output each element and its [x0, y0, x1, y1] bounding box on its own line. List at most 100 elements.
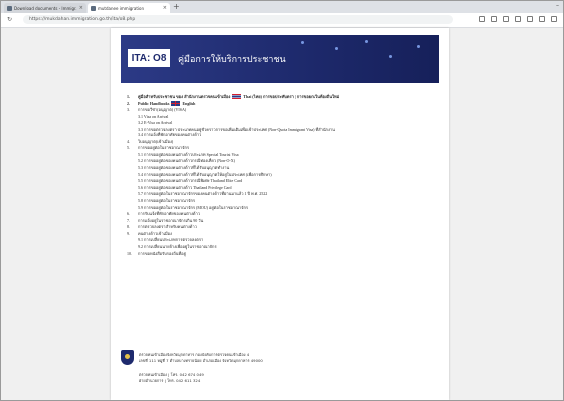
- browser-tab-2[interactable]: mutdanee immigration ×: [88, 3, 170, 13]
- translate-icon[interactable]: [479, 16, 485, 22]
- toc-item[interactable]: 5.1 การขออยู่ต่อของคนต่างด้าวประเภท Spec…: [127, 152, 445, 159]
- toc-item[interactable]: 9. คนต่างด้าวเข้าเมือง: [127, 231, 445, 238]
- tab-title: mutdanee immigration: [98, 5, 145, 11]
- toc-link[interactable]: 5.7 การขออยู่ต่อในราชอาณาจักรของคนต่างด้…: [138, 191, 267, 198]
- toc-link[interactable]: 5.9 การขออยู่ต่อในราชอาณาจักร (MOU) อยู่…: [138, 205, 248, 212]
- toc-item[interactable]: 1. คู่มือสำหรับประชาชน ของ สำนักงานตรวจคน…: [127, 94, 445, 101]
- toc-item[interactable]: 4. ใบอนุญาต(เข้าเมือง): [127, 139, 445, 146]
- ita-code-badge: ITA: O8: [128, 49, 170, 67]
- office-name: ตรวจคนเข้าเมืองจังหวัดมุกดาหาร กองบังคับ…: [139, 352, 250, 357]
- toc-link[interactable]: การแจ้งอยู่ในราชอาณาจักรเกิน 90 วัน: [138, 218, 203, 225]
- decorative-dot: [389, 55, 392, 58]
- uk-flag-icon: [171, 100, 181, 106]
- close-tab-icon[interactable]: ×: [163, 5, 167, 11]
- banner-title: คู่มือการให้บริการประชาชน: [178, 55, 286, 65]
- toc-item[interactable]: 5.7 การขออยู่ต่อในราชอาณาจักรของคนต่างด้…: [127, 191, 445, 198]
- browser-toolbar: ↻ https://mukdahan.immigration.go.th/ita…: [1, 13, 563, 28]
- toc-link[interactable]: 9.1 การเปลี่ยนประเภทการตรวจลงตรา: [138, 237, 203, 244]
- reload-icon[interactable]: ↻: [7, 16, 12, 23]
- bookmark-star-icon[interactable]: [503, 16, 509, 22]
- close-tab-icon[interactable]: ×: [79, 5, 83, 11]
- zoom-icon[interactable]: [491, 16, 497, 22]
- toc-link[interactable]: การรับแจ้งที่พักอาศัยของคนต่างด้าว: [138, 211, 200, 218]
- tab-strip: Download documents - Immigr... × mutdane…: [1, 1, 563, 13]
- toc-item[interactable]: 3.1 Visa on Arrival: [127, 114, 445, 121]
- toolbar-icons: [479, 16, 557, 22]
- footer-contact: ตรวจคนเข้าเมือง | โทร. 042 674 049 ฝ่ายอ…: [139, 372, 204, 383]
- toc-item[interactable]: 9.2 การเปลี่ยนนายจ้างเพื่ออยู่ในราชอาณาจ…: [127, 244, 445, 251]
- toc-link[interactable]: 5.8 การขออยู่ต่อในราชอาณาจักร: [138, 198, 195, 205]
- toc-link[interactable]: Public Handbooks: [138, 101, 169, 108]
- decorative-dot: [301, 41, 304, 44]
- toc-link[interactable]: คู่มือสำหรับประชาชน ของ สำนักงานตรวจคนเข…: [138, 94, 230, 101]
- toc-item[interactable]: 9.1 การเปลี่ยนประเภทการตรวจลงตรา: [127, 237, 445, 244]
- toc-link[interactable]: 5.5 การขออยู่ต่อของคนต่างด้าวกรณีพิเศษ T…: [138, 178, 242, 185]
- toc-link-suffix[interactable]: English: [182, 101, 195, 108]
- police-emblem-icon: [121, 350, 134, 365]
- address-bar[interactable]: https://mukdahan.immigration.go.th/ita/o…: [23, 15, 453, 24]
- minimize-button[interactable]: –: [556, 2, 559, 9]
- toc-link[interactable]: 5.3 การขออยู่ต่อของคนต่างด้าวที่ได้รับอน…: [138, 165, 229, 172]
- page-viewport[interactable]: ITA: O8 คู่มือการให้บริการประชาชน 1. คู่ม…: [1, 28, 563, 400]
- contact-phone: ตรวจคนเข้าเมือง | โทร. 042 674 049: [139, 372, 204, 377]
- toc-item[interactable]: 5.8 การขออยู่ต่อในราชอาณาจักร: [127, 198, 445, 205]
- toc-item[interactable]: 5.4 การขออยู่ต่อของคนต่างด้าวที่ได้รับอน…: [127, 172, 445, 179]
- toc-item[interactable]: 2. Public Handbooks English: [127, 100, 445, 108]
- toc-link[interactable]: การขออยู่ต่อในราชอาณาจักร: [138, 145, 189, 152]
- toc-number: 3.: [127, 107, 130, 113]
- toc-number: 4.: [127, 138, 130, 144]
- toc-item[interactable]: 5.9 การขออยู่ต่อในราชอาณาจักร (MOU) อยู่…: [127, 205, 445, 212]
- toc-link-suffix[interactable]: Thai (ไทย) การขอประทับตรา | การขอยกเว้นท…: [243, 94, 339, 101]
- toc-link[interactable]: การตรวจลงตราสำหรับคนต่างด้าว: [138, 224, 197, 231]
- toc-link[interactable]: 3.4 การแจ้งที่พักอาศัยของคนต่างด้าว: [138, 132, 201, 139]
- toc-link[interactable]: 3.1 Visa on Arrival: [138, 114, 168, 121]
- browser-window: Download documents - Immigr... × mutdane…: [0, 0, 564, 401]
- toc-number: 5.: [127, 145, 130, 151]
- favicon-icon: [7, 5, 12, 11]
- document-page: ITA: O8 คู่มือการให้บริการประชาชน 1. คู่ม…: [111, 28, 449, 400]
- toc-link[interactable]: ใบอนุญาต(เข้าเมือง): [138, 139, 173, 146]
- toc-item[interactable]: 5.5 การขออยู่ต่อของคนต่างด้าวกรณีพิเศษ T…: [127, 178, 445, 185]
- header-banner: ITA: O8 คู่มือการให้บริการประชาชน: [121, 35, 439, 83]
- toc-link[interactable]: 3.2 E-Visa on Arrival: [138, 120, 172, 127]
- favorites-icon[interactable]: [527, 16, 533, 22]
- decorative-dot: [335, 47, 338, 50]
- toc-number: 2.: [127, 100, 130, 106]
- tab-title: Download documents - Immigr...: [14, 5, 77, 11]
- toc-item[interactable]: 8. การตรวจลงตราสำหรับคนต่างด้าว: [127, 224, 445, 231]
- toc-number: 9.: [127, 230, 130, 236]
- toc-item[interactable]: 3.4 การแจ้งที่พักอาศัยของคนต่างด้าว: [127, 132, 445, 139]
- toc-item[interactable]: 6. การรับแจ้งที่พักอาศัยของคนต่างด้าว: [127, 211, 445, 218]
- toc-link[interactable]: 5.6 การขออยู่ต่อของคนต่างด้าว Thailand P…: [138, 185, 232, 192]
- contact-phone-2: ฝ่ายอำนวยการ | โทร. 042 611 324: [139, 377, 201, 383]
- toc-number: 1.: [127, 94, 130, 99]
- toc-link[interactable]: การขอหนังสือรับรองถิ่นที่อยู่: [138, 251, 186, 258]
- toc-link[interactable]: 5.2 การขออยู่ต่อของคนต่างด้าวกรณีท่องเที…: [138, 158, 235, 165]
- profile-icon[interactable]: [551, 16, 557, 22]
- toc-item[interactable]: 5. การขออยู่ต่อในราชอาณาจักร: [127, 145, 445, 152]
- toc-number: 6.: [127, 211, 130, 217]
- toc-link[interactable]: 9.2 การเปลี่ยนนายจ้างเพื่ออยู่ในราชอาณาจ…: [138, 244, 217, 251]
- browser-tab-1[interactable]: Download documents - Immigr... ×: [4, 3, 86, 13]
- toc-item[interactable]: 5.3 การขออยู่ต่อของคนต่างด้าวที่ได้รับอน…: [127, 165, 445, 172]
- toc-item[interactable]: 7. การแจ้งอยู่ในราชอาณาจักรเกิน 90 วัน: [127, 218, 445, 225]
- thai-flag-icon: [232, 94, 242, 99]
- toc-link[interactable]: คนต่างด้าวเข้าเมือง: [138, 231, 172, 238]
- toc-item[interactable]: 10. การขอหนังสือรับรองถิ่นที่อยู่: [127, 251, 445, 258]
- collections-icon[interactable]: [539, 16, 545, 22]
- toc-item[interactable]: 3.2 E-Visa on Arrival: [127, 120, 445, 127]
- toc-item[interactable]: 5.2 การขออยู่ต่อของคนต่างด้าวกรณีท่องเที…: [127, 158, 445, 165]
- toc-link[interactable]: 5.4 การขออยู่ต่อของคนต่างด้าวที่ได้รับอน…: [138, 172, 272, 179]
- decorative-dot: [365, 40, 368, 43]
- toc-link[interactable]: การขอวีซ่า(อนุญาต) (VISA): [138, 107, 186, 114]
- new-tab-button[interactable]: +: [173, 2, 180, 12]
- toc-link[interactable]: 5.1 การขออยู่ต่อของคนต่างด้าวประเภท Spec…: [138, 152, 239, 159]
- toc-item[interactable]: 3. การขอวีซ่า(อนุญาต) (VISA): [127, 107, 445, 114]
- extensions-icon[interactable]: [515, 16, 521, 22]
- toc-item[interactable]: 5.6 การขออยู่ต่อของคนต่างด้าว Thailand P…: [127, 185, 445, 192]
- toc-number: 10.: [127, 250, 132, 256]
- decorative-dot: [417, 45, 420, 48]
- office-address: เลขที่ 111 หมู่ที่ 7 ตำบลบางทรายน้อย อำเ…: [139, 357, 263, 363]
- toc-number: 8.: [127, 224, 130, 230]
- footer-info: ตรวจคนเข้าเมืองจังหวัดมุกดาหาร กองบังคับ…: [139, 352, 263, 363]
